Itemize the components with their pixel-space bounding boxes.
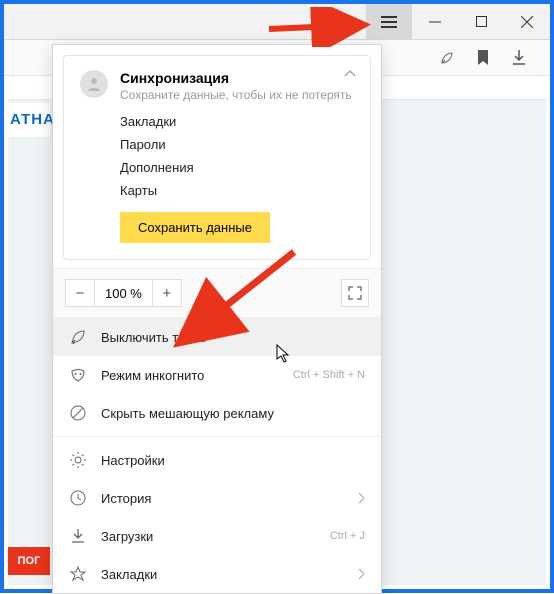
shortcut-label: Ctrl + Shift + N: [293, 369, 365, 381]
zoom-in-button[interactable]: +: [152, 279, 182, 307]
download-icon: [69, 527, 87, 545]
menu-item-incognito[interactable]: Режим инкогнито Ctrl + Shift + N: [53, 356, 381, 394]
sync-card: Синхронизация Сохраните данные, чтобы их…: [63, 55, 371, 260]
gear-icon: [69, 451, 87, 469]
chevron-up-icon: [344, 70, 356, 78]
menu-item-turbo[interactable]: Выключить турбо: [53, 318, 381, 356]
menu-item-downloads[interactable]: Загрузки Ctrl + J: [53, 517, 381, 555]
menu-item-label: Выключить турбо: [101, 330, 207, 345]
download-icon: [512, 50, 526, 66]
fullscreen-icon: [348, 286, 362, 300]
page-fragment-badge: ПОГ: [8, 547, 50, 575]
menu-item-label: Загрузки: [101, 529, 153, 544]
sync-title: Синхронизация: [120, 70, 352, 86]
window-frame: АТНА ПОГ Синхронизация Сохраните данные,…: [0, 0, 554, 593]
star-icon: [69, 565, 87, 583]
menu-item-settings[interactable]: Настройки: [53, 441, 381, 479]
rocket-icon: [439, 50, 455, 66]
menu-item-history[interactable]: История: [53, 479, 381, 517]
menu-item-adblock[interactable]: Скрыть мешающую рекламу: [53, 394, 381, 432]
chevron-right-icon: [357, 492, 365, 504]
bookmarks-button[interactable]: [474, 49, 492, 67]
hamburger-icon: [381, 16, 397, 28]
shortcut-label: Ctrl + J: [330, 530, 365, 542]
close-button[interactable]: [504, 4, 550, 39]
sync-subtitle: Сохраните данные, чтобы их не потерять: [120, 88, 352, 102]
tabs-button[interactable]: [320, 4, 366, 39]
sync-link-passwords[interactable]: Пароли: [120, 137, 354, 152]
rocket-icon: [69, 328, 87, 346]
menu-item-label: История: [101, 491, 151, 506]
tabs-icon: [336, 16, 350, 28]
maximize-button[interactable]: [458, 4, 504, 39]
save-data-button[interactable]: Сохранить данные: [120, 212, 270, 243]
maximize-icon: [476, 16, 487, 27]
page-fragment-text: АТНА: [8, 103, 50, 137]
collapse-button[interactable]: [344, 70, 356, 78]
bookmark-icon: [477, 50, 489, 66]
main-menu: Синхронизация Сохраните данные, чтобы их…: [52, 44, 382, 594]
menu-button[interactable]: [366, 4, 412, 39]
chevron-right-icon: [357, 568, 365, 580]
close-icon: [521, 16, 533, 28]
rocket-button[interactable]: [438, 49, 456, 67]
fullscreen-button[interactable]: [341, 279, 369, 307]
sync-link-addons[interactable]: Дополнения: [120, 160, 354, 175]
downloads-button[interactable]: [510, 49, 528, 67]
separator: [53, 436, 381, 437]
history-icon: [69, 489, 87, 507]
minimize-icon: [429, 16, 441, 28]
block-icon: [69, 404, 87, 422]
zoom-out-button[interactable]: −: [65, 279, 95, 307]
menu-item-label: Настройки: [101, 453, 165, 468]
cursor-icon: [276, 344, 292, 364]
zoom-value: 100 %: [95, 279, 152, 307]
menu-item-label: Режим инкогнито: [101, 368, 204, 383]
minimize-button[interactable]: [412, 4, 458, 39]
avatar-icon: [80, 70, 108, 98]
menu-item-label: Закладки: [101, 567, 157, 582]
sync-link-bookmarks[interactable]: Закладки: [120, 114, 354, 129]
menu-item-label: Скрыть мешающую рекламу: [101, 406, 274, 421]
zoom-row: − 100 % +: [53, 268, 381, 318]
mask-icon: [69, 366, 87, 384]
sync-link-cards[interactable]: Карты: [120, 183, 354, 198]
menu-item-bookmarks[interactable]: Закладки: [53, 555, 381, 593]
titlebar: [4, 4, 550, 40]
